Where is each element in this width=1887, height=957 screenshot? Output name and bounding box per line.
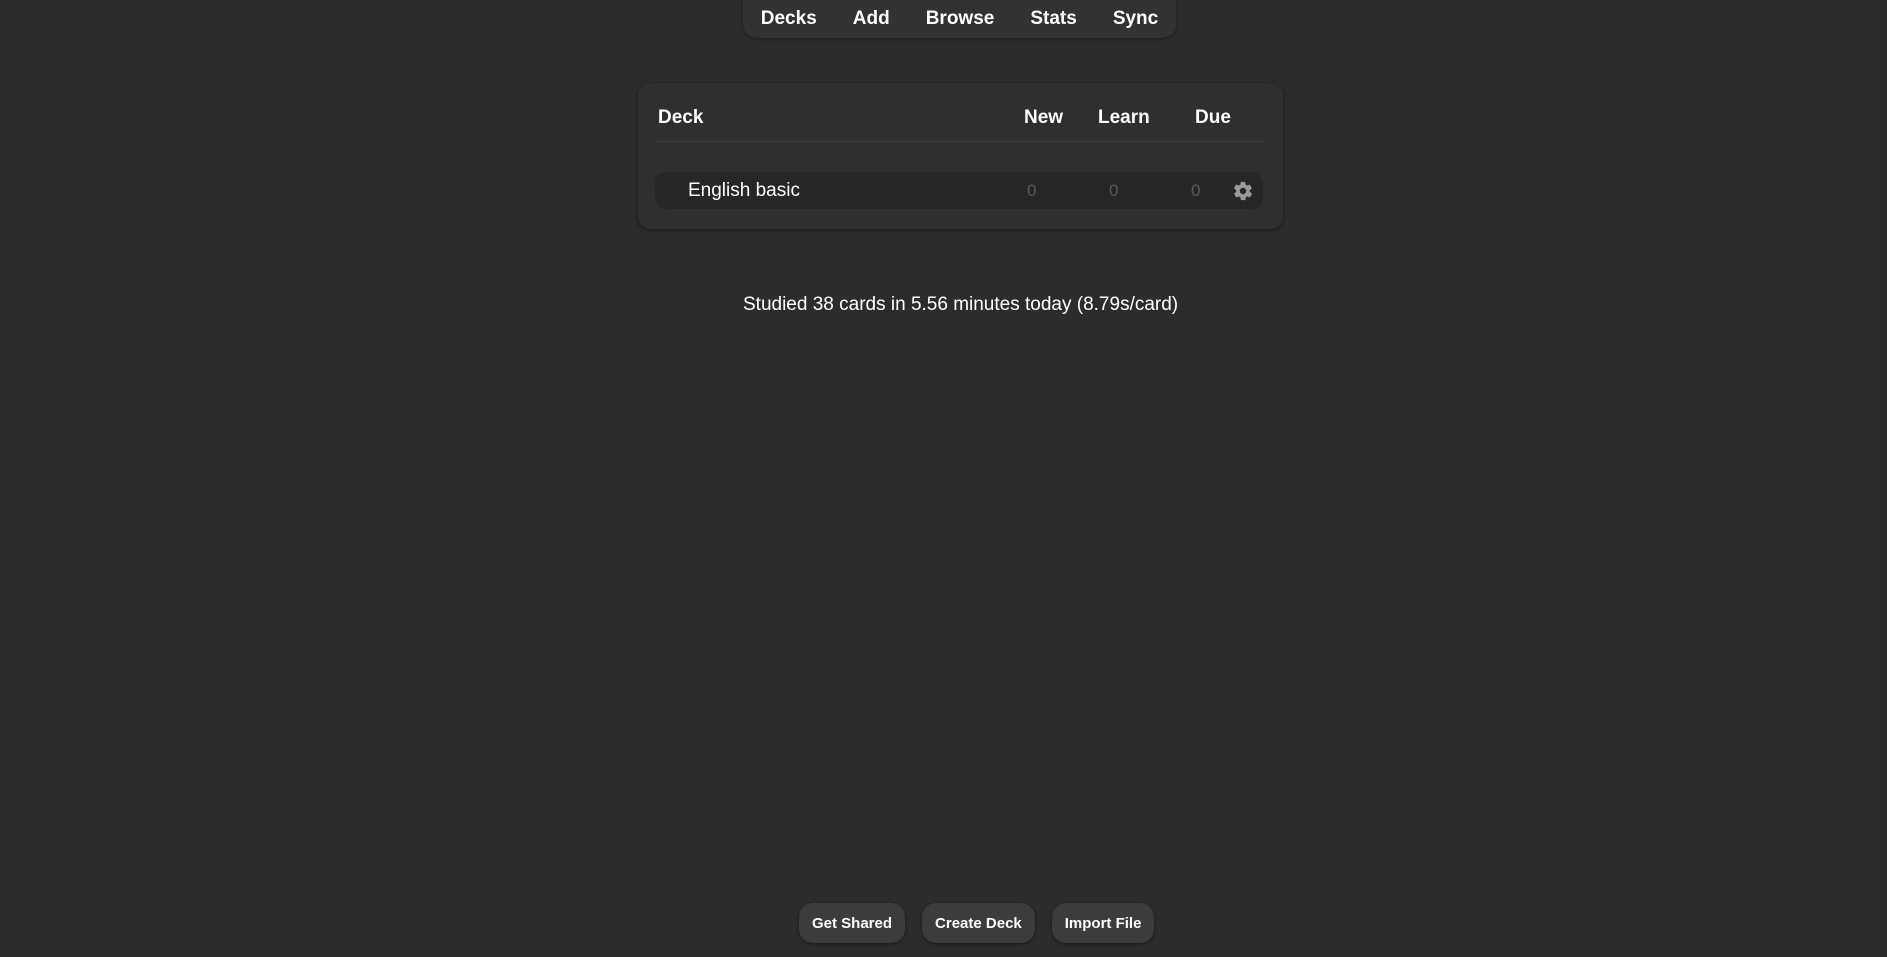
deck-name-link[interactable]: English basic	[688, 180, 800, 202]
header-due: Due	[1195, 107, 1231, 128]
gear-icon[interactable]	[1232, 180, 1254, 202]
studied-summary-text: Studied 38 cards in 5.56 minutes today (…	[743, 294, 1179, 315]
top-nav-bar: Decks Add Browse Stats Sync	[743, 0, 1176, 38]
nav-sync-link[interactable]: Sync	[1095, 0, 1176, 38]
deck-learn-count: 0	[1109, 181, 1119, 200]
header-learn: Learn	[1098, 107, 1150, 128]
nav-stats-link[interactable]: Stats	[1012, 0, 1094, 38]
bottom-button-bar: Get Shared Create Deck Import File	[799, 903, 1155, 943]
deck-table-header: Deck New Learn Due	[656, 103, 1265, 142]
nav-add-link[interactable]: Add	[835, 0, 908, 38]
deck-row-english-basic[interactable]: English basic 0 0 0	[655, 172, 1263, 209]
deck-list-panel: Deck New Learn Due English basic 0 0 0	[638, 83, 1283, 229]
header-new: New	[1024, 107, 1064, 128]
get-shared-button[interactable]: Get Shared	[799, 903, 906, 943]
nav-decks-link[interactable]: Decks	[743, 0, 835, 38]
deck-due-count: 0	[1191, 181, 1201, 200]
header-deck: Deck	[658, 107, 704, 128]
deck-new-count: 0	[1027, 181, 1037, 200]
main-window: Decks Add Browse Stats Sync Deck New Lea…	[0, 0, 1887, 957]
nav-browse-link[interactable]: Browse	[908, 0, 1013, 38]
create-deck-button[interactable]: Create Deck	[922, 903, 1035, 943]
import-file-button[interactable]: Import File	[1051, 903, 1155, 943]
